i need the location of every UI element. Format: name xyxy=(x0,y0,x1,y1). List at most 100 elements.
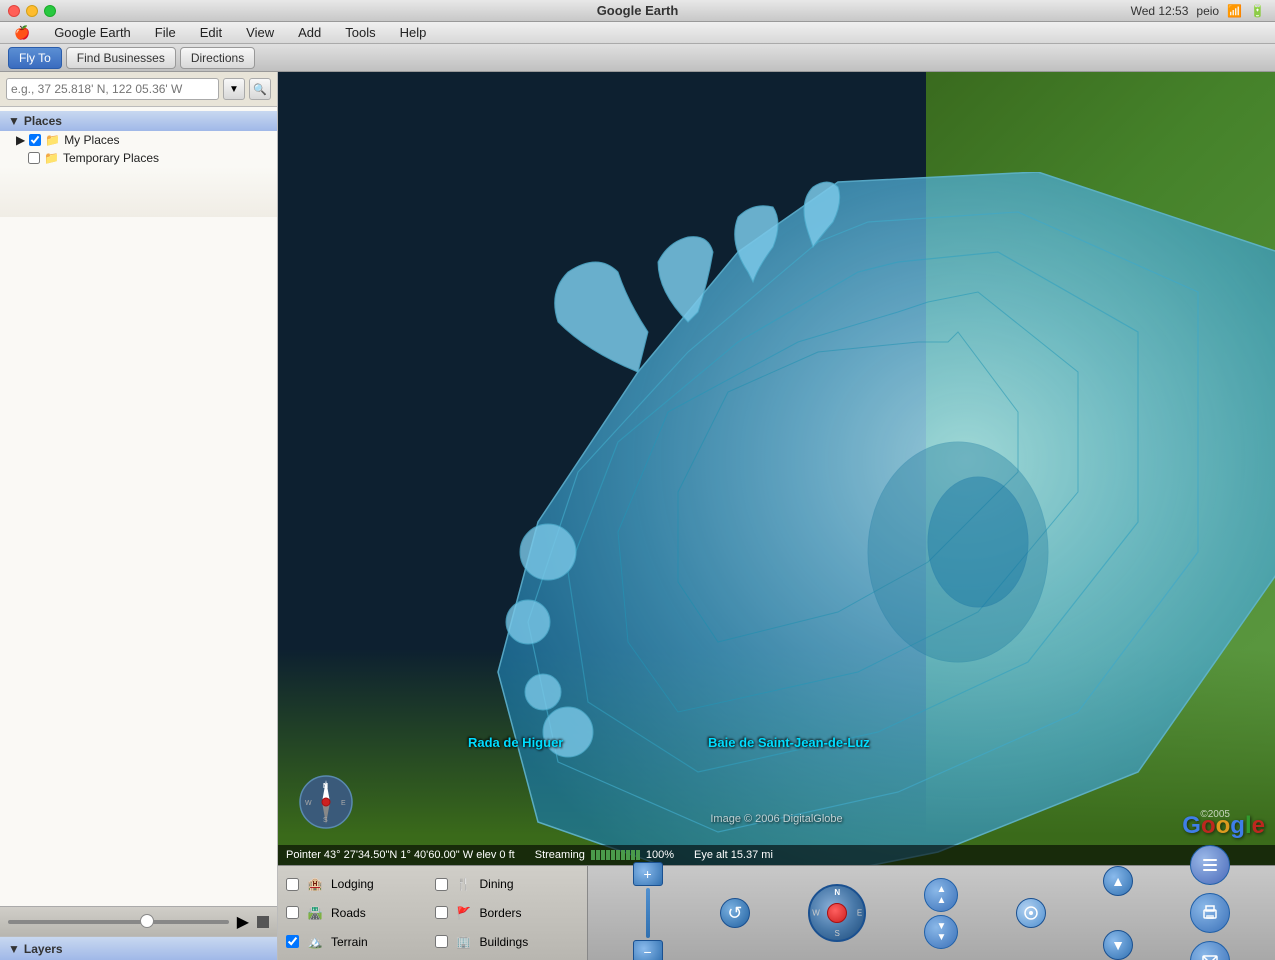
menu-tools[interactable]: Tools xyxy=(341,23,379,42)
zoom-slider-track[interactable] xyxy=(646,888,650,938)
lodging-icon: 🏨 xyxy=(305,877,325,891)
places-expand-icon: ▼ xyxy=(8,114,20,128)
tilt-controls: ▲▲ ▼▼ xyxy=(924,878,958,949)
zoom-button[interactable] xyxy=(44,5,56,17)
temporary-places-item[interactable]: 📁 Temporary Places xyxy=(0,149,277,167)
lodging-checkbox[interactable] xyxy=(286,878,299,891)
slider-track[interactable] xyxy=(8,920,229,924)
reset-north-button[interactable]: ↺ xyxy=(720,898,750,928)
layer-dining: 🍴 Dining xyxy=(435,872,580,897)
dining-label: Dining xyxy=(480,877,514,891)
terrain-label: Terrain xyxy=(331,935,368,949)
menu-file[interactable]: File xyxy=(151,23,180,42)
svg-text:S: S xyxy=(323,817,328,824)
tilt-up-button[interactable]: ▲▲ xyxy=(924,878,958,912)
lodging-label: Lodging xyxy=(331,877,374,891)
my-places-item[interactable]: ▶ 📁 My Places xyxy=(0,131,277,149)
battery-icon: 🔋 xyxy=(1250,4,1265,18)
look-button[interactable] xyxy=(1016,898,1046,928)
buildings-checkbox[interactable] xyxy=(435,935,448,948)
my-places-checkbox[interactable] xyxy=(29,134,41,146)
search-go-button[interactable]: 🔍 xyxy=(249,78,271,100)
main-content: ▼ 🔍 ▼ Places ▶ 📁 My Places 📁 Temporary P… xyxy=(0,72,1275,960)
stream-segments xyxy=(591,850,640,860)
layer-borders: 🚩 Borders xyxy=(435,901,580,926)
menu-google-earth[interactable]: Google Earth xyxy=(50,23,135,42)
apple-menu[interactable]: 🍎 xyxy=(10,23,34,43)
compass-ring[interactable]: N S E W xyxy=(808,884,866,942)
extra-controls: ▲ ▼ xyxy=(1103,866,1133,960)
tab-fly-to[interactable]: Fly To xyxy=(8,47,62,69)
streaming-pct: 100% xyxy=(646,849,674,861)
my-places-label: My Places xyxy=(64,133,119,147)
time-display: Wed 12:53 xyxy=(1131,4,1189,18)
menu-view[interactable]: View xyxy=(242,23,278,42)
zoom-in-button[interactable]: + xyxy=(633,862,663,886)
minimize-button[interactable] xyxy=(26,5,38,17)
tilt-down-button[interactable]: ▼▼ xyxy=(924,915,958,949)
layers-header[interactable]: ▼ Layers xyxy=(0,936,277,960)
layers-button[interactable] xyxy=(1190,845,1230,885)
time-slider: ▶ xyxy=(0,906,277,936)
zoom-out-button[interactable]: − xyxy=(633,940,663,960)
roads-icon: 🛣️ xyxy=(305,906,325,920)
menubar-right: Wed 12:53 peio 📶 🔋 xyxy=(1131,4,1265,18)
search-input[interactable] xyxy=(6,78,219,100)
borders-checkbox[interactable] xyxy=(435,906,448,919)
compass-e-label: E xyxy=(857,909,862,918)
sidebar-fade xyxy=(0,167,277,217)
roads-checkbox[interactable] xyxy=(286,906,299,919)
layers-expand-icon: ▼ xyxy=(8,942,20,956)
layer-lodging: 🏨 Lodging xyxy=(286,872,431,897)
email-button[interactable] xyxy=(1190,941,1230,960)
sidebar-middle: ▼ Places ▶ 📁 My Places 📁 Temporary Place… xyxy=(0,107,277,906)
print-button[interactable] xyxy=(1190,893,1230,933)
tab-directions[interactable]: Directions xyxy=(180,47,255,69)
streaming-label: Streaming xyxy=(535,849,585,861)
play-button[interactable]: ▶ xyxy=(237,912,249,932)
compass-center xyxy=(827,903,847,923)
buildings-icon: 🏢 xyxy=(454,935,474,949)
streaming-bar: Streaming 100% xyxy=(535,849,674,861)
toolbar: Fly To Find Businesses Directions xyxy=(0,44,1275,72)
eye-alt: Eye alt 15.37 mi xyxy=(694,849,773,861)
zoom-controls: + − xyxy=(633,862,663,960)
pointer-info: Pointer 43° 27'34.50"N 1° 40'60.00" W el… xyxy=(286,849,515,861)
roads-label: Roads xyxy=(331,906,366,920)
search-area: ▼ 🔍 xyxy=(0,72,277,107)
tilt-plus-button[interactable]: ▲ xyxy=(1103,866,1133,896)
map-container[interactable]: N S W E Rada de Higuer Baie de Saint-Jea… xyxy=(278,72,1275,960)
svg-text:W: W xyxy=(305,800,312,807)
action-buttons xyxy=(1190,845,1230,960)
places-label: Places xyxy=(24,114,62,128)
slider-thumb[interactable] xyxy=(140,914,154,928)
year-badge: ©2005 xyxy=(1200,809,1230,820)
tilt-minus-button[interactable]: ▼ xyxy=(1103,930,1133,960)
menu-edit[interactable]: Edit xyxy=(196,23,226,42)
svg-text:N: N xyxy=(323,783,328,790)
layers-panel: 🏨 Lodging 🍴 Dining 🛣️ Roads 🚩 Borders xyxy=(278,866,588,960)
stop-button[interactable] xyxy=(257,916,269,928)
statusbar: Pointer 43° 27'34.50"N 1° 40'60.00" W el… xyxy=(278,845,1275,865)
places-header[interactable]: ▼ Places xyxy=(0,111,277,131)
temporary-places-label: Temporary Places xyxy=(63,151,159,165)
compass-s-label: S xyxy=(835,929,840,938)
menu-add[interactable]: Add xyxy=(294,23,325,42)
borders-icon: 🚩 xyxy=(454,906,474,920)
layers-label: Layers xyxy=(24,942,63,956)
close-button[interactable] xyxy=(8,5,20,17)
map-controls: + − ↺ N S E W xyxy=(588,866,1275,960)
window-title: Google Earth xyxy=(597,3,679,18)
search-dropdown[interactable]: ▼ xyxy=(223,78,245,100)
wifi-icon: 📶 xyxy=(1227,4,1242,18)
titlebar: Google Earth Wed 12:53 peio 📶 🔋 xyxy=(0,0,1275,22)
bottom-controls: 🏨 Lodging 🍴 Dining 🛣️ Roads 🚩 Borders xyxy=(278,865,1275,960)
temporary-places-checkbox[interactable] xyxy=(28,152,40,164)
traffic-lights xyxy=(8,5,56,17)
menu-help[interactable]: Help xyxy=(396,23,431,42)
navigate-control[interactable]: N S E W xyxy=(807,883,867,943)
temp-folder-icon: 📁 xyxy=(44,151,59,165)
dining-checkbox[interactable] xyxy=(435,878,448,891)
terrain-checkbox[interactable] xyxy=(286,935,299,948)
tab-find-businesses[interactable]: Find Businesses xyxy=(66,47,176,69)
